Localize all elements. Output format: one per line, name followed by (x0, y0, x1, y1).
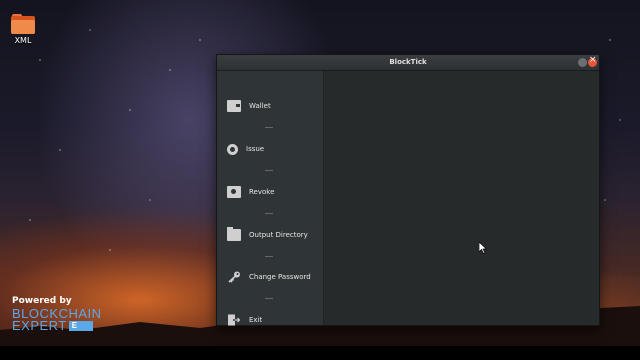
mouse-cursor (479, 242, 487, 254)
menu-item-wallet[interactable]: Wallet (217, 96, 323, 116)
menu-item-label: Change Password (249, 273, 311, 281)
blocktick-window: BlockTick Wallet Issue Revoke Output Dir… (216, 54, 600, 326)
menu-item-label: Revoke (249, 188, 275, 196)
brand-badge (68, 320, 93, 332)
exit-icon (227, 314, 241, 326)
folder-icon (227, 227, 241, 241)
menu-separator (265, 127, 273, 128)
menu-item-revoke[interactable]: Revoke (217, 182, 323, 202)
menu-item-output-directory[interactable]: Output Directory (217, 225, 323, 245)
menu-separator (265, 213, 273, 214)
main-content-area (324, 71, 599, 325)
wallet-icon (227, 100, 241, 112)
menu-separator (265, 170, 273, 171)
powered-by-text: Powered by (12, 296, 72, 306)
menu-item-label: Issue (246, 145, 265, 153)
window-title: BlockTick (389, 58, 427, 66)
bottom-bar (0, 346, 640, 360)
brand-line2-text: EXPERT (12, 318, 67, 333)
menu-item-label: Wallet (249, 102, 271, 110)
window-titlebar[interactable]: BlockTick (217, 55, 599, 71)
gear-icon (227, 143, 238, 155)
menu-item-issue[interactable]: Issue (217, 139, 323, 159)
sidebar-menu: Wallet Issue Revoke Output Directory Cha… (217, 71, 324, 326)
desktop-folder-xml[interactable]: XML (8, 14, 38, 45)
blockchain-expert-logo: Powered by BLOCKCHAIN EXPERT (12, 296, 102, 332)
folder-icon (11, 14, 35, 34)
menu-separator (265, 256, 273, 257)
minimize-button[interactable] (578, 58, 587, 67)
menu-item-label: Exit (249, 316, 263, 324)
certificate-icon (227, 186, 241, 198)
key-icon (227, 271, 241, 283)
menu-separator (265, 298, 273, 299)
menu-item-label: Output Directory (249, 231, 308, 239)
menu-item-exit[interactable]: Exit (217, 310, 323, 330)
brand-line2: EXPERT (12, 318, 102, 333)
desktop-folder-label: XML (14, 36, 32, 45)
close-button[interactable] (588, 55, 597, 67)
menu-item-change-password[interactable]: Change Password (217, 267, 323, 287)
